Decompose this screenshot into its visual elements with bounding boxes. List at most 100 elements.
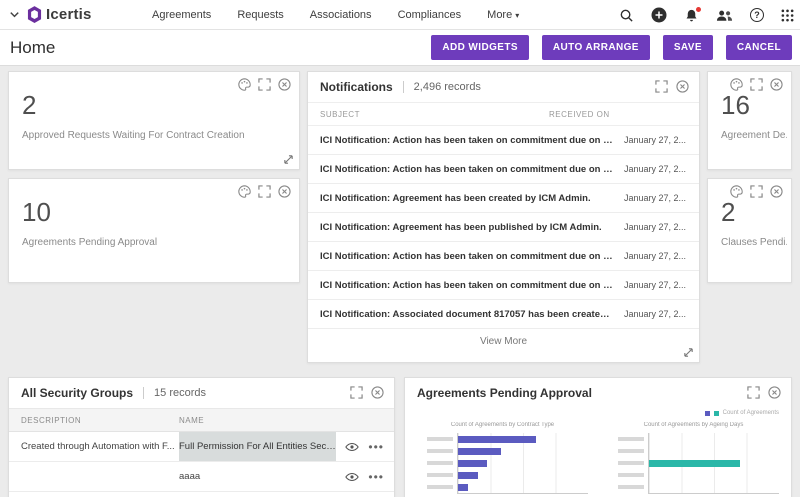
widget-approved-requests: 2 Approved Requests Waiting For Contract… — [8, 71, 300, 170]
expand-icon[interactable] — [747, 386, 760, 399]
nav-more-label: More — [487, 9, 512, 21]
nav-associations[interactable]: Associations — [310, 9, 372, 21]
column-received-on[interactable]: RECEIVED ON — [549, 110, 699, 119]
notifications-bell-icon[interactable] — [684, 8, 699, 23]
save-button[interactable]: SAVE — [663, 35, 713, 60]
table-header: DESCRIPTION NAME — [9, 408, 394, 432]
y-axis-labels — [417, 433, 457, 494]
nav-compliances[interactable]: Compliances — [398, 9, 462, 21]
notification-subject: ICI Notification: Agreement has been cre… — [308, 193, 621, 204]
nav-more[interactable]: More▾ — [487, 9, 519, 21]
close-icon[interactable] — [371, 386, 384, 399]
stat-value: 2 — [721, 197, 735, 228]
palette-icon[interactable] — [238, 78, 251, 91]
column-description[interactable]: DESCRIPTION — [9, 416, 179, 425]
widget-header: Notifications 2,496 records — [308, 72, 699, 102]
nav-agreements[interactable]: Agreements — [152, 9, 211, 21]
widget-header: All Security Groups 15 records — [9, 378, 394, 408]
legend-label: Count of Agreements — [723, 410, 779, 416]
widget-notifications: Notifications 2,496 records SUBJECT RECE… — [307, 71, 700, 363]
close-icon[interactable] — [770, 185, 783, 198]
table-row[interactable]: Created through Automation with F... Ful… — [9, 432, 394, 462]
bars — [457, 433, 588, 494]
expand-icon[interactable] — [258, 78, 271, 91]
cancel-button[interactable]: CANCEL — [726, 35, 792, 60]
brand-name: Icertis — [46, 6, 92, 23]
expand-icon[interactable] — [750, 185, 763, 198]
notification-date: January 27, 2... — [621, 280, 699, 290]
view-more-link[interactable]: View More — [308, 329, 699, 347]
help-icon[interactable]: ? — [750, 8, 764, 22]
stat-label: Agreement De... — [721, 130, 787, 141]
notification-row[interactable]: ICI Notification: Agreement has been cre… — [308, 184, 699, 213]
widget-security-groups: All Security Groups 15 records DESCRIPTI… — [8, 377, 395, 497]
row-actions: ••• — [336, 462, 394, 491]
add-icon[interactable] — [651, 7, 667, 23]
users-icon[interactable] — [716, 9, 733, 22]
group-name-text: Full Permission For All Entities Securit… — [179, 441, 336, 452]
notification-row[interactable]: ICI Notification: Agreement has been pub… — [308, 213, 699, 242]
chart-title: Count of Agreements by Contract Type — [417, 422, 588, 431]
expand-icon[interactable] — [655, 80, 668, 93]
question-mark-icon: ? — [750, 8, 764, 22]
widget-header: Agreements Pending Approval — [405, 378, 791, 408]
chevron-down-icon: ▾ — [515, 11, 519, 20]
brand-logo[interactable]: Icertis — [27, 6, 92, 23]
group-name-text: aaaa — [179, 471, 336, 482]
widget-clauses-pending: 2 Clauses Pendi... — [707, 178, 792, 283]
auto-arrange-button[interactable]: AUTO ARRANGE — [542, 35, 650, 60]
stat-label: Clauses Pendi... — [721, 237, 787, 248]
close-icon[interactable] — [278, 185, 291, 198]
bars — [648, 433, 779, 494]
resize-handle-icon[interactable] — [283, 154, 294, 165]
expand-icon[interactable] — [750, 78, 763, 91]
expand-icon[interactable] — [258, 185, 271, 198]
close-icon[interactable] — [676, 80, 689, 93]
chevron-down-icon[interactable] — [8, 8, 21, 21]
close-icon[interactable] — [278, 78, 291, 91]
expand-icon[interactable] — [350, 386, 363, 399]
ellipsis-menu-icon[interactable]: ••• — [368, 441, 384, 453]
add-widgets-button[interactable]: ADD WIDGETS — [431, 35, 529, 60]
ellipsis-menu-icon[interactable]: ••• — [368, 471, 384, 483]
page-title: Home — [10, 38, 55, 58]
apps-grid-icon[interactable] — [781, 9, 794, 22]
notification-row[interactable]: ICI Notification: Action has been taken … — [308, 126, 699, 155]
eye-icon[interactable] — [345, 442, 359, 452]
palette-icon[interactable] — [238, 185, 251, 198]
chart-bar — [458, 448, 501, 455]
column-subject[interactable]: SUBJECT — [308, 110, 549, 119]
table-row[interactable]: aaaa ••• — [9, 462, 394, 492]
close-icon[interactable] — [770, 78, 783, 91]
notification-row[interactable]: ICI Notification: Action has been taken … — [308, 155, 699, 184]
table-header: SUBJECT RECEIVED ON — [308, 102, 699, 126]
notification-badge — [695, 6, 702, 13]
notification-date: January 27, 2... — [621, 222, 699, 232]
stat-label: Approved Requests Waiting For Contract C… — [22, 130, 295, 141]
nav-requests[interactable]: Requests — [237, 9, 283, 21]
chart-contract-type: Count of Agreements by Contract Type — [417, 422, 588, 494]
eye-icon[interactable] — [345, 472, 359, 482]
notification-subject: ICI Notification: Action has been taken … — [308, 135, 621, 146]
notification-row[interactable]: ICI Notification: Action has been taken … — [308, 242, 699, 271]
notification-row[interactable]: ICI Notification: Associated document 81… — [308, 300, 699, 329]
group-description: Created through Automation with F... — [9, 432, 179, 461]
y-axis-labels — [608, 433, 648, 494]
stat-value: 10 — [22, 197, 51, 228]
widget-title: Agreements Pending Approval — [417, 386, 592, 400]
search-icon[interactable] — [619, 8, 634, 23]
group-name: Full Permission For All Entities Securit… — [179, 432, 336, 461]
chart-bar — [649, 460, 740, 467]
column-name[interactable]: NAME — [179, 416, 394, 425]
notification-row[interactable]: ICI Notification: Action has been taken … — [308, 271, 699, 300]
stat-value: 2 — [22, 90, 36, 121]
notification-date: January 27, 2... — [621, 135, 699, 145]
widget-agreements-pending: 10 Agreements Pending Approval — [8, 178, 300, 283]
widget-controls — [238, 78, 291, 91]
notification-subject: ICI Notification: Action has been taken … — [308, 164, 621, 175]
notification-date: January 27, 2... — [621, 309, 699, 319]
close-icon[interactable] — [768, 386, 781, 399]
resize-handle-icon[interactable] — [683, 347, 694, 358]
notification-subject: ICI Notification: Action has been taken … — [308, 280, 621, 291]
widget-agreement-details: 16 Agreement De... — [707, 71, 792, 170]
